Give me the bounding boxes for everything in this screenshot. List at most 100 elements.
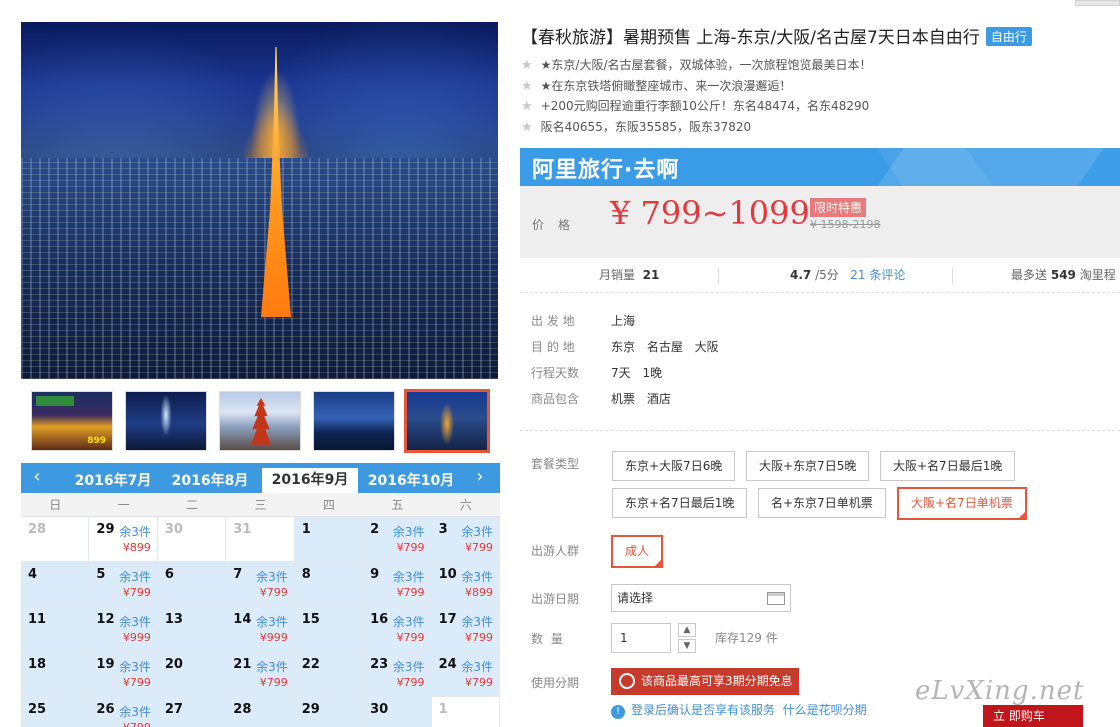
calendar-day-stock: 余3件 — [256, 615, 288, 629]
calendar-day-cell: 30 — [157, 517, 227, 562]
add-to-cart-button[interactable]: 立 即购车 — [983, 705, 1083, 727]
calendar-day-cell[interactable]: 23 余3件 ¥799 — [363, 652, 432, 697]
calendar-day-cell[interactable]: 12 余3件 ¥999 — [89, 607, 158, 652]
pagoda-shape — [251, 398, 271, 445]
calendar-day-number: 11 — [28, 612, 47, 627]
package-option[interactable]: 东京+大阪7日6晚 — [612, 451, 736, 481]
thumbnail-4[interactable] — [313, 391, 395, 451]
monthly-sales-value: 21 — [642, 268, 660, 282]
calendar-day-number: 6 — [164, 567, 174, 582]
calendar-day-stock: 余3件 — [119, 705, 151, 719]
calendar-day-cell[interactable]: 7 余3件 ¥799 — [226, 562, 295, 607]
thumbnail-5-active[interactable] — [404, 389, 490, 453]
thumbnail-1[interactable]: 899 — [31, 391, 113, 451]
calendar-day-cell[interactable]: 19 余3件 ¥799 — [89, 652, 158, 697]
info-key: 目 的 地 — [531, 340, 575, 354]
quantity-input[interactable]: 1 — [611, 623, 671, 653]
brand-bar-decoration — [861, 148, 1119, 186]
calendar-day-cell[interactable]: 9 余3件 ¥799 — [363, 562, 432, 607]
calendar-day-number: 30 — [370, 702, 389, 717]
prev-month-arrow-icon[interactable]: ‹ — [21, 466, 53, 487]
calendar-day-stock: 余3件 — [392, 525, 425, 539]
mileage-prefix: 最多送 — [1011, 268, 1048, 282]
calendar-day-cell: 18 — [21, 652, 90, 697]
calendar-day-price: ¥799 — [396, 631, 425, 644]
installment-badge[interactable]: 该商品最高可享3期分期免息 — [611, 668, 799, 695]
calendar-day-number: 1 — [438, 702, 448, 717]
package-option[interactable]: 东京+名7日最后1晚 — [612, 488, 748, 518]
calendar-day-number: 17 — [438, 612, 457, 627]
weekday-label: 三 — [254, 498, 267, 512]
calendar-day-price: ¥799 — [259, 586, 288, 599]
info-key: 出 发 地 — [531, 314, 575, 328]
calendar-day-number: 2 — [370, 522, 380, 537]
calendar-day-cell[interactable]: 29 余3件 ¥899 — [89, 517, 158, 562]
calendar-day-number: 9 — [370, 567, 380, 582]
feature-item: ★ 阪名40655，东阪35585，阪东37820 — [521, 117, 872, 138]
package-option[interactable]: 大阪+名7日最后1晚 — [880, 451, 1016, 481]
calendar-header: ‹ 2016年7月 2016年8月 2016年9月 2016年10月 › — [21, 463, 500, 493]
calendar-day-cell[interactable]: 2 余3件 ¥799 — [363, 517, 432, 562]
stats-bar: 月销量 21 4.7 /5分 21 条评论 最多送 549 淘里程 — [520, 262, 1120, 288]
calendar-day-cell: 6 — [157, 562, 227, 607]
calendar-day-price: ¥799 — [122, 676, 151, 689]
calendar-month-tab[interactable]: 2016年8月 — [162, 469, 258, 493]
installment-label: 使用分期 — [531, 676, 580, 690]
calendar-day-cell[interactable]: 16 余3件 ¥799 — [363, 607, 432, 652]
calendar-month-tab-active[interactable]: 2016年9月 — [262, 468, 358, 493]
reviews-link[interactable]: 21 条评论 — [850, 268, 905, 282]
calendar-day-cell[interactable]: 14 余3件 ¥999 — [226, 607, 295, 652]
calendar-day-stock: 余3件 — [392, 660, 425, 674]
login-tip-text[interactable]: 登录后确认是否享有该服务 — [631, 703, 775, 717]
calendar-month-tab[interactable]: 2016年7月 — [65, 469, 161, 493]
package-option[interactable]: 大阪+东京7日5晚 — [746, 451, 870, 481]
quantity-up-icon[interactable]: ▲ — [678, 623, 696, 637]
calendar-day-stock: 余3件 — [119, 615, 151, 629]
quantity-label: 数 量 — [531, 632, 565, 646]
star-icon: ★ — [521, 99, 533, 114]
thumbnail-2[interactable] — [125, 391, 207, 451]
calendar-day-number: 21 — [233, 657, 252, 672]
thumbnail-logo — [36, 396, 74, 406]
calendar-day-stock: 余3件 — [461, 615, 493, 629]
next-month-arrow-icon[interactable]: › — [464, 466, 496, 487]
calendar-day-number: 7 — [233, 567, 243, 582]
calendar-day-cell[interactable]: 10 余3件 ¥899 — [431, 562, 500, 607]
info-icon: ! — [611, 705, 625, 719]
feature-item: ★ +200元购回程逾重行李额10公斤！东名48474，名东48290 — [521, 96, 872, 117]
calendar-day-cell: 22 — [294, 652, 364, 697]
calendar-day-number: 12 — [96, 612, 115, 627]
calendar-day-cell[interactable]: 17 余3件 ¥799 — [431, 607, 500, 652]
calendar-day-cell: 15 — [294, 607, 364, 652]
calendar-day-cell[interactable]: 5 余3件 ¥799 — [89, 562, 158, 607]
calendar-day-price: ¥799 — [465, 541, 493, 554]
calendar-day-cell[interactable]: 3 余3件 ¥799 — [431, 517, 500, 562]
price-box: 阿里旅行·去啊 价格 ¥ 799~1099 限时特惠 ¥ 1598-2198 — [520, 148, 1120, 258]
free-travel-tag: 自由行 — [985, 27, 1032, 46]
calendar-icon[interactable] — [767, 592, 785, 605]
calendar-day-cell: 31 — [226, 517, 295, 562]
traveler-option-adult[interactable]: 成人 — [611, 535, 664, 568]
calendar-day-number: 20 — [164, 657, 183, 672]
calendar-day-stock: 余3件 — [461, 570, 493, 584]
huabei-help-link[interactable]: 什么是花呗分期 — [783, 703, 867, 717]
thumbnail-3[interactable] — [219, 391, 301, 451]
calendar-day-price: ¥799 — [465, 676, 493, 689]
calendar-day-cell[interactable]: 24 余3件 ¥799 — [431, 652, 500, 697]
calendar-day-number: 30 — [164, 522, 183, 537]
calendar-day-cell[interactable]: 26 余3件 ¥799 — [89, 697, 158, 727]
package-option-selected[interactable]: 大阪+名7日单机票 — [897, 487, 1027, 520]
calendar-day-cell: 30 — [363, 697, 432, 727]
weekday-label: 五 — [391, 498, 404, 512]
quantity-down-icon[interactable]: ▼ — [678, 639, 696, 653]
info-value: 机票 酒店 — [611, 392, 671, 406]
calendar-day-cell: 27 — [157, 697, 227, 727]
traveler-type-label: 出游人群 — [531, 544, 580, 558]
stock-text: 库存129 件 — [715, 631, 778, 645]
calendar-month-tab[interactable]: 2016年10月 — [363, 469, 459, 493]
calendar-day-cell[interactable]: 21 余3件 ¥799 — [226, 652, 295, 697]
travel-date-input[interactable]: 请选择 — [611, 584, 791, 612]
package-option[interactable]: 名+东京7日单机票 — [758, 488, 886, 518]
calendar-day-cell: 28 — [21, 517, 90, 562]
calendar-day-cell: 4 — [21, 562, 90, 607]
